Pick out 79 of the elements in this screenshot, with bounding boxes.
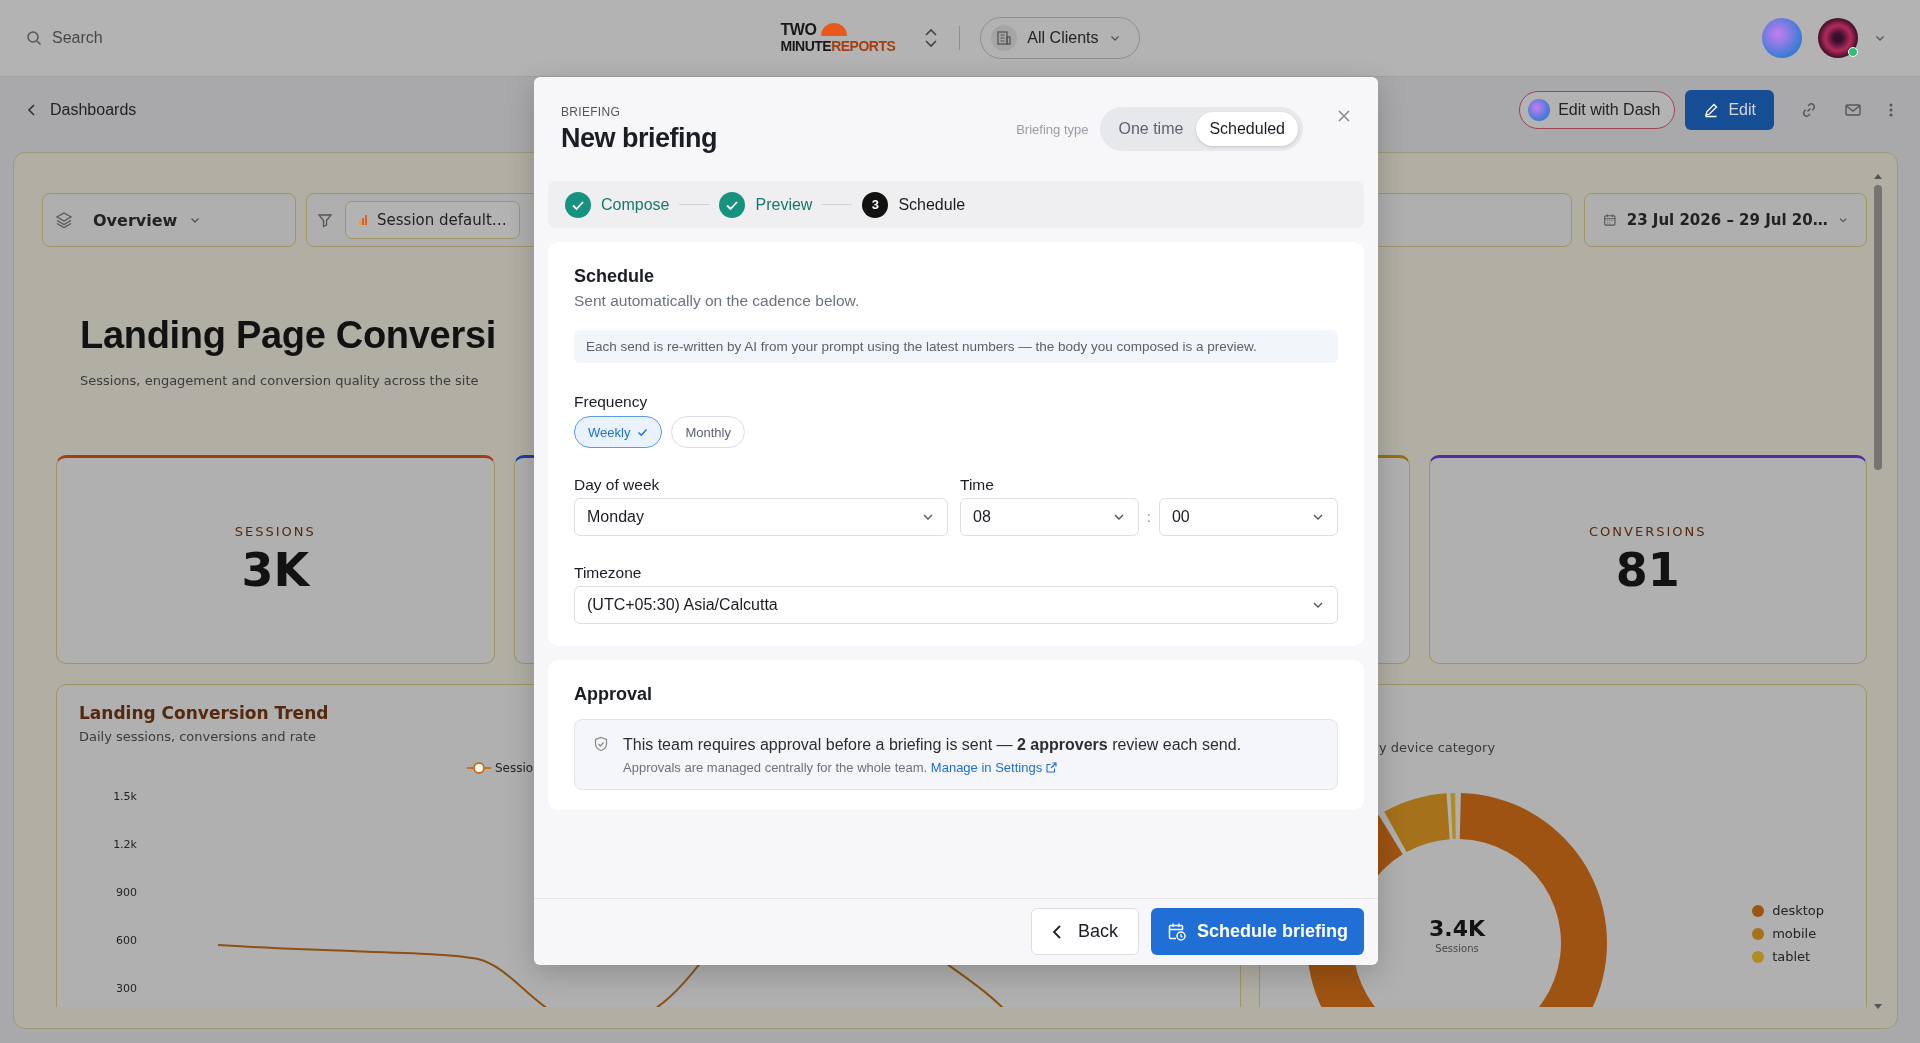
- axis-tick-label: 600: [116, 933, 137, 949]
- chart-subtitle: y device category: [1379, 740, 1496, 755]
- minute-select[interactable]: 00: [1158, 498, 1338, 536]
- dialog-title: New briefing: [561, 122, 718, 154]
- day-select[interactable]: Monday: [574, 498, 948, 536]
- approval-note: Approvals are managed centrally for the whole team.: [623, 760, 928, 775]
- scroll-up-icon[interactable]: [1873, 173, 1883, 179]
- section-subtitle: Sent automatically on the cadence below.: [574, 292, 860, 310]
- info-notice: Each send is re-written by AI from your prompt using the latest numbers — the body you composed is a preview.: [574, 330, 1338, 363]
- step-label[interactable]: Schedule: [898, 195, 966, 214]
- kpi-label: SESSIONS: [234, 524, 316, 539]
- axis-tick-label: 300: [116, 981, 137, 997]
- link-icon[interactable]: [1800, 100, 1818, 119]
- settings-link[interactable]: Manage in Settings: [930, 760, 1058, 775]
- kpi-label: CONVERSIONS: [1589, 524, 1707, 539]
- legend-marker-icon: [467, 761, 491, 775]
- step-number: 3: [862, 191, 889, 218]
- shield-check-icon: [593, 736, 609, 752]
- field-label: Timezone: [574, 564, 642, 582]
- external-link-icon: [1046, 762, 1058, 773]
- field-label: Frequency: [574, 393, 648, 411]
- dashboard-title: Landing Page Conversi: [80, 313, 496, 358]
- check-circle-icon: [719, 191, 746, 218]
- approval-message: This team requires approval before a briefing is sent — 2 approvers review each send.: [623, 736, 1242, 754]
- orb-icon: [1528, 98, 1551, 121]
- date-range-picker[interactable]: 23 Jul 2026 – 29 Jul 20…: [1584, 193, 1867, 247]
- edit-with-dash-button[interactable]: Edit with Dash: [1519, 90, 1676, 129]
- kpi-value: 3K: [241, 543, 310, 597]
- building-icon: [996, 30, 1013, 46]
- chart-subtitle: Daily sessions, conversions and rate: [79, 729, 317, 744]
- check-icon: [637, 426, 649, 438]
- axis-tick-label: 1.2k: [113, 837, 137, 853]
- chevron-left-icon: [1051, 923, 1062, 940]
- briefing-type-label: Briefing type: [1016, 121, 1089, 137]
- scroll-down-icon[interactable]: [1873, 1004, 1883, 1010]
- filter-chip[interactable]: Session default…: [345, 201, 520, 239]
- chevron-up-down-icon[interactable]: [923, 27, 940, 49]
- back-button[interactable]: Back: [1030, 908, 1139, 955]
- calendar-icon: [1603, 212, 1617, 228]
- axis-tick-label: 1.5k: [113, 789, 137, 805]
- schedule-briefing-button[interactable]: Schedule briefing: [1150, 908, 1364, 955]
- check-circle-icon: [565, 191, 591, 218]
- filter-icon[interactable]: [317, 212, 333, 228]
- donut-label: Sessions: [1435, 943, 1479, 954]
- search-field[interactable]: Search: [26, 29, 103, 47]
- field-label: Day of week: [574, 476, 661, 494]
- legend-label: tablet: [1772, 949, 1811, 964]
- section-title: Schedule: [574, 266, 655, 287]
- step-label[interactable]: Preview: [755, 195, 813, 214]
- avatar[interactable]: [1818, 18, 1858, 58]
- legend-label: Sessio: [495, 761, 534, 775]
- frequency-option[interactable]: Weekly: [574, 416, 663, 448]
- legend-label: mobile: [1772, 926, 1817, 941]
- edit-button[interactable]: Edit: [1685, 89, 1774, 130]
- field-label: Time: [960, 476, 995, 494]
- donut-total: 3.4K: [1429, 916, 1485, 941]
- timezone-select[interactable]: (UTC+05:30) Asia/Calcutta: [574, 586, 1338, 624]
- close-icon[interactable]: [1337, 109, 1351, 123]
- calendar-clock-icon: [1166, 921, 1187, 942]
- briefing-type-option[interactable]: Scheduled: [1196, 112, 1298, 146]
- dialog-eyebrow: BRIEFING: [561, 104, 622, 119]
- logo[interactable]: TWO MINUTEREPORTS: [780, 22, 896, 54]
- layers-icon: [55, 211, 73, 229]
- dashboard-subtitle: Sessions, engagement and conversion quality across the site: [80, 373, 479, 388]
- section-title: Approval: [574, 684, 652, 705]
- briefing-type-option[interactable]: One time: [1105, 112, 1197, 146]
- view-selector[interactable]: Overview: [42, 193, 296, 247]
- legend-label: desktop: [1772, 903, 1824, 918]
- step-label[interactable]: Compose: [601, 195, 670, 214]
- axis-tick-label: 900: [116, 885, 137, 901]
- hour-select[interactable]: 08: [960, 498, 1140, 536]
- kpi-value: 81: [1615, 543, 1680, 597]
- search-icon: [26, 30, 42, 46]
- bar-chart-icon: [358, 215, 368, 225]
- pencil-icon: [1703, 101, 1720, 118]
- back-link[interactable]: Dashboards: [26, 100, 137, 119]
- time-separator: :: [1147, 509, 1151, 525]
- chart-title: Landing Conversion Trend: [79, 703, 329, 723]
- chevron-left-icon: [26, 102, 38, 117]
